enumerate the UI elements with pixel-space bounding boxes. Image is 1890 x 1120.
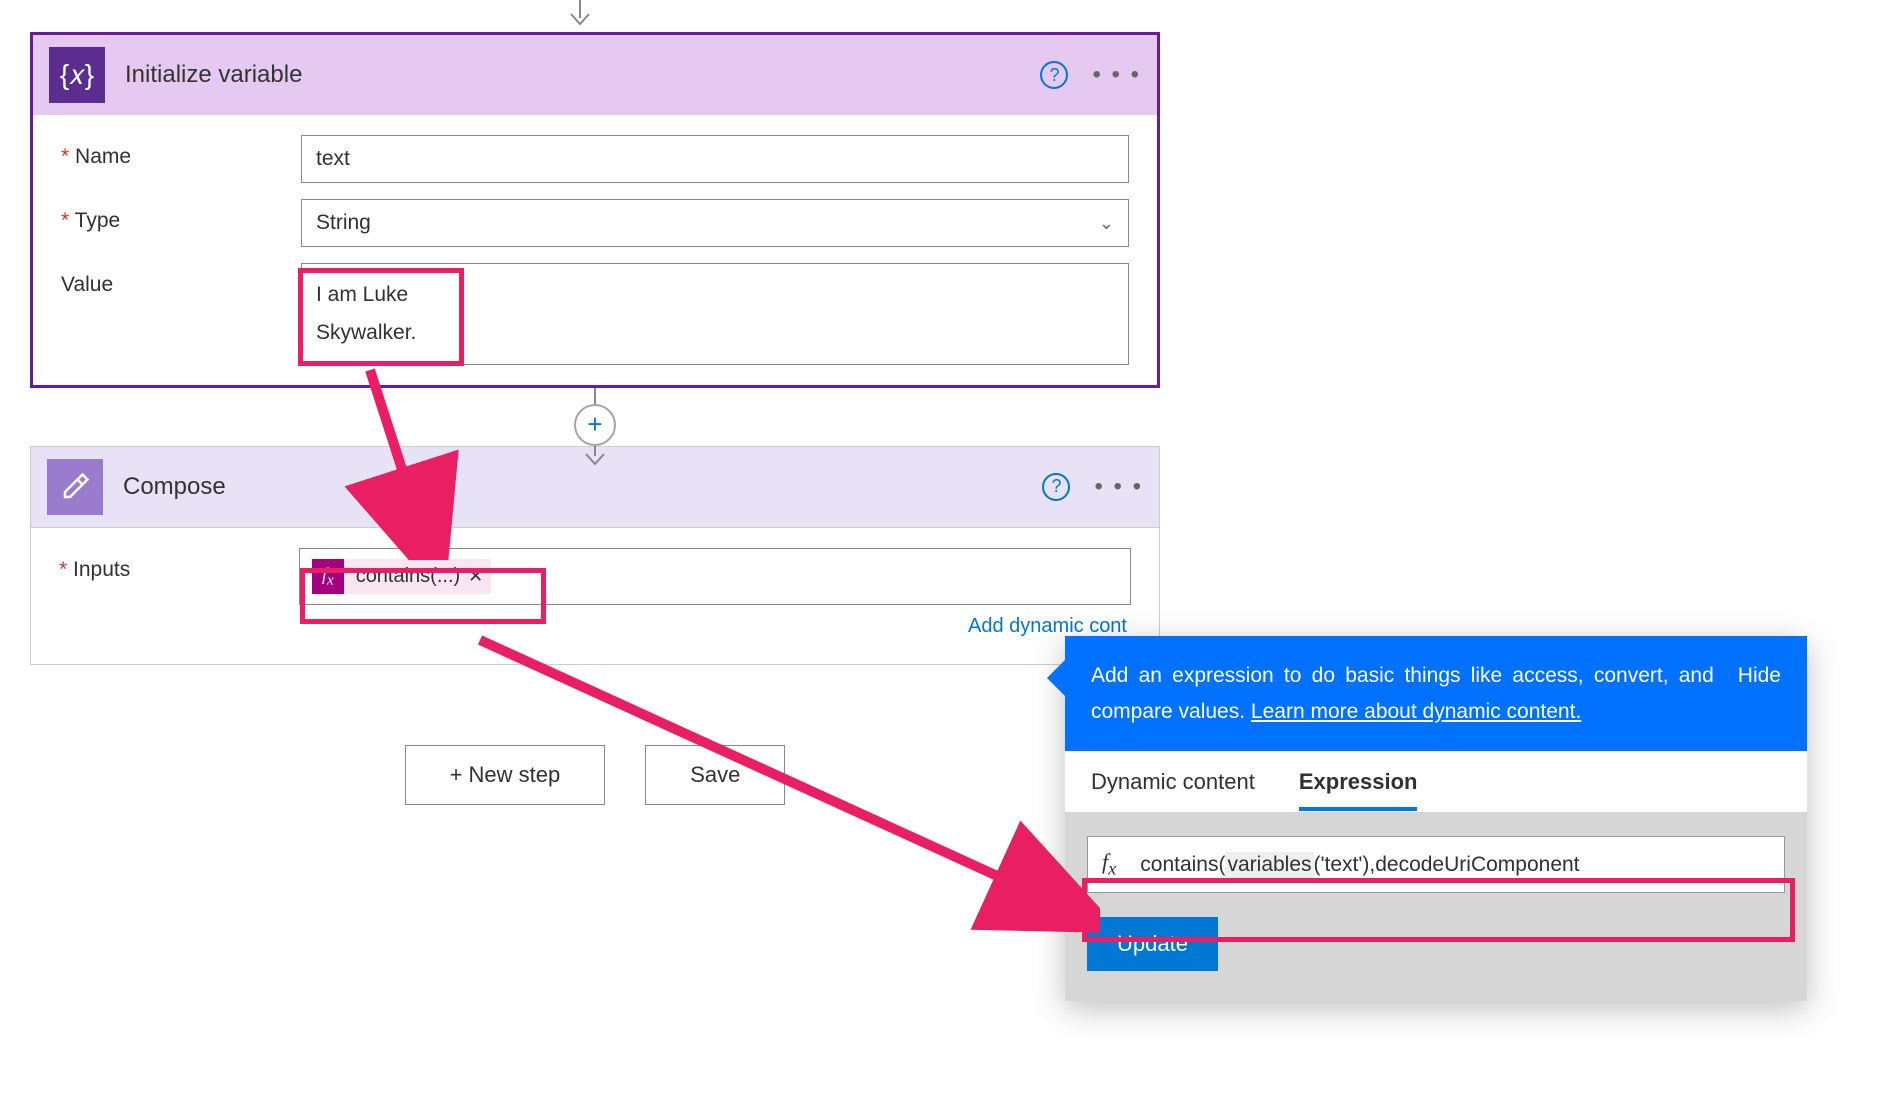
compose-card[interactable]: Compose ? • • • * Inputs fx contains(...… — [30, 446, 1160, 666]
inputs-label: * Inputs — [59, 548, 299, 582]
card-title: Compose — [123, 473, 1042, 501]
add-action-button[interactable]: + — [574, 404, 616, 446]
name-input[interactable]: text — [301, 135, 1129, 183]
more-icon[interactable]: • • • — [1094, 473, 1143, 501]
tab-expression[interactable]: Expression — [1299, 769, 1418, 811]
save-button[interactable]: Save — [645, 745, 785, 805]
name-label: * Name — [61, 135, 301, 169]
initialize-variable-card[interactable]: {𝑥} Initialize variable ? • • • * Name t… — [30, 32, 1160, 388]
help-icon[interactable]: ? — [1042, 473, 1070, 501]
card-body: * Name text * Type String ⌄ Value I am L… — [33, 115, 1157, 385]
value-input[interactable]: I am Luke Skywalker. — [301, 263, 1129, 365]
compose-icon — [47, 459, 103, 515]
new-step-button[interactable]: + New step — [405, 745, 606, 805]
expression-pill[interactable]: fx contains(...) ✕ — [312, 559, 491, 595]
expression-body: fx contains(variables('text'),decodeUriC… — [1065, 812, 1807, 1000]
fx-icon: fx — [312, 559, 344, 595]
close-icon[interactable]: ✕ — [468, 566, 483, 587]
flow-connector: + — [30, 388, 1160, 446]
help-icon[interactable]: ? — [1040, 61, 1068, 89]
expression-panel: Add an expression to do basic things lik… — [1065, 636, 1807, 1001]
card-title: Initialize variable — [125, 61, 1040, 89]
hide-tip-button[interactable]: Hide — [1738, 658, 1781, 729]
learn-more-link[interactable]: Learn more about dynamic content. — [1251, 700, 1581, 723]
more-icon[interactable]: • • • — [1092, 61, 1141, 89]
expression-tabs: Dynamic content Expression — [1065, 751, 1807, 812]
card-header[interactable]: {𝑥} Initialize variable ? • • • — [33, 35, 1157, 115]
tab-dynamic-content[interactable]: Dynamic content — [1091, 769, 1255, 811]
value-label: Value — [61, 263, 301, 297]
inputs-field[interactable]: fx contains(...) ✕ — [299, 548, 1131, 606]
expression-tip: Add an expression to do basic things lik… — [1065, 636, 1807, 751]
card-body: * Inputs fx contains(...) ✕ Add dynamic … — [31, 528, 1159, 665]
variable-icon: {𝑥} — [49, 47, 105, 103]
type-select[interactable]: String ⌄ — [301, 199, 1129, 247]
fx-icon: fx — [1102, 849, 1116, 879]
add-dynamic-content-link[interactable]: Add dynamic cont — [59, 615, 1131, 638]
chevron-down-icon: ⌄ — [1099, 213, 1114, 234]
update-button[interactable]: Update — [1087, 917, 1218, 971]
action-buttons: + New step Save — [30, 745, 1160, 805]
flow-arrow-icon — [565, 0, 595, 30]
type-label: * Type — [61, 199, 301, 233]
expression-input[interactable]: fx contains(variables('text'),decodeUriC… — [1087, 836, 1785, 892]
callout-arrow-icon — [1047, 660, 1065, 696]
